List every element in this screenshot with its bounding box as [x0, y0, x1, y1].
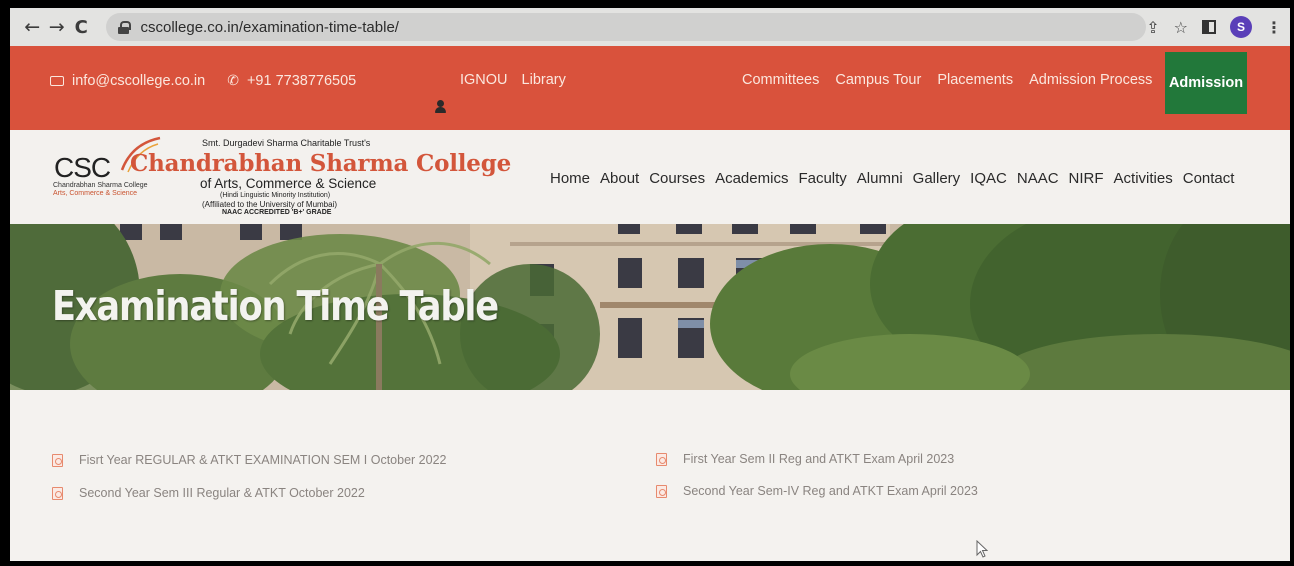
- contact-info: info@cscollege.co.in ✆ +91 7738776505: [50, 72, 356, 89]
- campus-tour-link[interactable]: Campus Tour: [835, 72, 921, 88]
- back-arrow-icon[interactable]: ←: [20, 14, 45, 40]
- nav-gallery[interactable]: Gallery: [913, 170, 961, 187]
- email-text[interactable]: info@cscollege.co.in: [72, 73, 205, 89]
- nav-nirf[interactable]: NIRF: [1069, 170, 1104, 187]
- logo-college-name: Chandrabhan Sharma College: [130, 150, 512, 177]
- admission-process-link[interactable]: Admission Process: [1029, 72, 1152, 88]
- library-link[interactable]: Library: [522, 72, 566, 88]
- main-nav: Home About Courses Academics Faculty Alu…: [550, 170, 1234, 187]
- phone-icon: ✆: [227, 72, 239, 88]
- nav-iqac[interactable]: IQAC: [970, 170, 1007, 187]
- admission-button[interactable]: Admission: [1165, 52, 1247, 114]
- site-header: CSC Chandrabhan Sharma College Arts, Com…: [10, 130, 1290, 224]
- logo-abbr: CSC: [54, 152, 111, 183]
- address-bar[interactable]: cscollege.co.in/examination-time-table/: [105, 13, 1147, 41]
- document-link[interactable]: Second Year Sem-IV Reg and ATKT Exam Apr…: [656, 484, 978, 498]
- pdf-file-icon: [656, 452, 667, 466]
- nav-faculty[interactable]: Faculty: [798, 170, 846, 187]
- logo-affiliation: (Affiliated to the University of Mumbai): [202, 200, 338, 209]
- hero-banner: Examination Time Table: [10, 224, 1290, 390]
- college-logo[interactable]: CSC Chandrabhan Sharma College Arts, Com…: [50, 136, 511, 220]
- reload-icon[interactable]: C: [69, 14, 94, 40]
- side-panel-icon[interactable]: [1202, 20, 1217, 34]
- nav-academics[interactable]: Academics: [715, 170, 788, 187]
- placements-link[interactable]: Placements: [937, 72, 1013, 88]
- nav-activities[interactable]: Activities: [1114, 170, 1173, 187]
- nav-alumni[interactable]: Alumni: [857, 170, 903, 187]
- document-link[interactable]: Fisrt Year REGULAR & ATKT EXAMINATION SE…: [52, 453, 446, 467]
- quick-links: IGNOU Library: [460, 72, 566, 88]
- page-title: Examination Time Table: [52, 282, 499, 330]
- pdf-file-icon: [52, 486, 63, 500]
- phone-link[interactable]: ✆ +91 7738776505: [227, 72, 356, 89]
- document-list: Fisrt Year REGULAR & ATKT EXAMINATION SE…: [10, 390, 1290, 561]
- document-link[interactable]: First Year Sem II Reg and ATKT Exam Apri…: [656, 452, 954, 466]
- pdf-file-icon: [52, 453, 63, 467]
- document-title[interactable]: Fisrt Year REGULAR & ATKT EXAMINATION SE…: [79, 453, 446, 467]
- share-icon[interactable]: ⇪: [1146, 18, 1159, 37]
- mouse-cursor-icon: [976, 540, 988, 558]
- logo-small-text: Chandrabhan Sharma College Arts, Commerc…: [53, 182, 148, 198]
- logo-naac: NAAC ACCREDITED 'B+' GRADE: [222, 209, 332, 216]
- pdf-file-icon: [656, 484, 667, 498]
- menu-dots-icon[interactable]: ⋮: [1266, 18, 1282, 37]
- forward-arrow-icon[interactable]: →: [45, 14, 70, 40]
- browser-toolbar: ← → C cscollege.co.in/examination-time-t…: [10, 8, 1290, 46]
- nav-about[interactable]: About: [600, 170, 639, 187]
- logo-trust: Smt. Durgadevi Sharma Charitable Trust's: [202, 138, 371, 148]
- screen: ← → C cscollege.co.in/examination-time-t…: [10, 8, 1290, 561]
- phone-text[interactable]: +91 7738776505: [247, 73, 356, 89]
- url-text[interactable]: cscollege.co.in/examination-time-table/: [141, 19, 399, 36]
- profile-avatar[interactable]: S: [1230, 16, 1253, 38]
- logo-small-streams: Arts, Commerce & Science: [53, 190, 138, 197]
- ignou-link[interactable]: IGNOU: [460, 72, 508, 88]
- lock-icon[interactable]: [117, 20, 131, 34]
- browser-actions: ⇪ ☆ S ⋮: [1146, 16, 1282, 38]
- document-title[interactable]: First Year Sem II Reg and ATKT Exam Apri…: [683, 452, 954, 466]
- email-link[interactable]: info@cscollege.co.in: [50, 73, 205, 89]
- document-title[interactable]: Second Year Sem-IV Reg and ATKT Exam Apr…: [683, 484, 978, 498]
- logo-minority: (Hindi Linguistic Minority Institution): [220, 192, 331, 199]
- mail-icon: [50, 75, 64, 86]
- nav-naac[interactable]: NAAC: [1017, 170, 1059, 187]
- logo-small-name: Chandrabhan Sharma College: [53, 182, 148, 189]
- top-bar: info@cscollege.co.in ✆ +91 7738776505 IG…: [10, 46, 1290, 130]
- top-right-links: Committees Campus Tour Placements Admiss…: [742, 72, 1152, 88]
- document-title[interactable]: Second Year Sem III Regular & ATKT Octob…: [79, 486, 365, 500]
- user-icon[interactable]: [434, 100, 448, 114]
- logo-streams: of Arts, Commerce & Science: [200, 176, 377, 191]
- bookmark-star-icon[interactable]: ☆: [1174, 18, 1188, 37]
- nav-contact[interactable]: Contact: [1183, 170, 1235, 187]
- committees-link[interactable]: Committees: [742, 72, 819, 88]
- nav-courses[interactable]: Courses: [649, 170, 705, 187]
- document-link[interactable]: Second Year Sem III Regular & ATKT Octob…: [52, 486, 365, 500]
- nav-home[interactable]: Home: [550, 170, 590, 187]
